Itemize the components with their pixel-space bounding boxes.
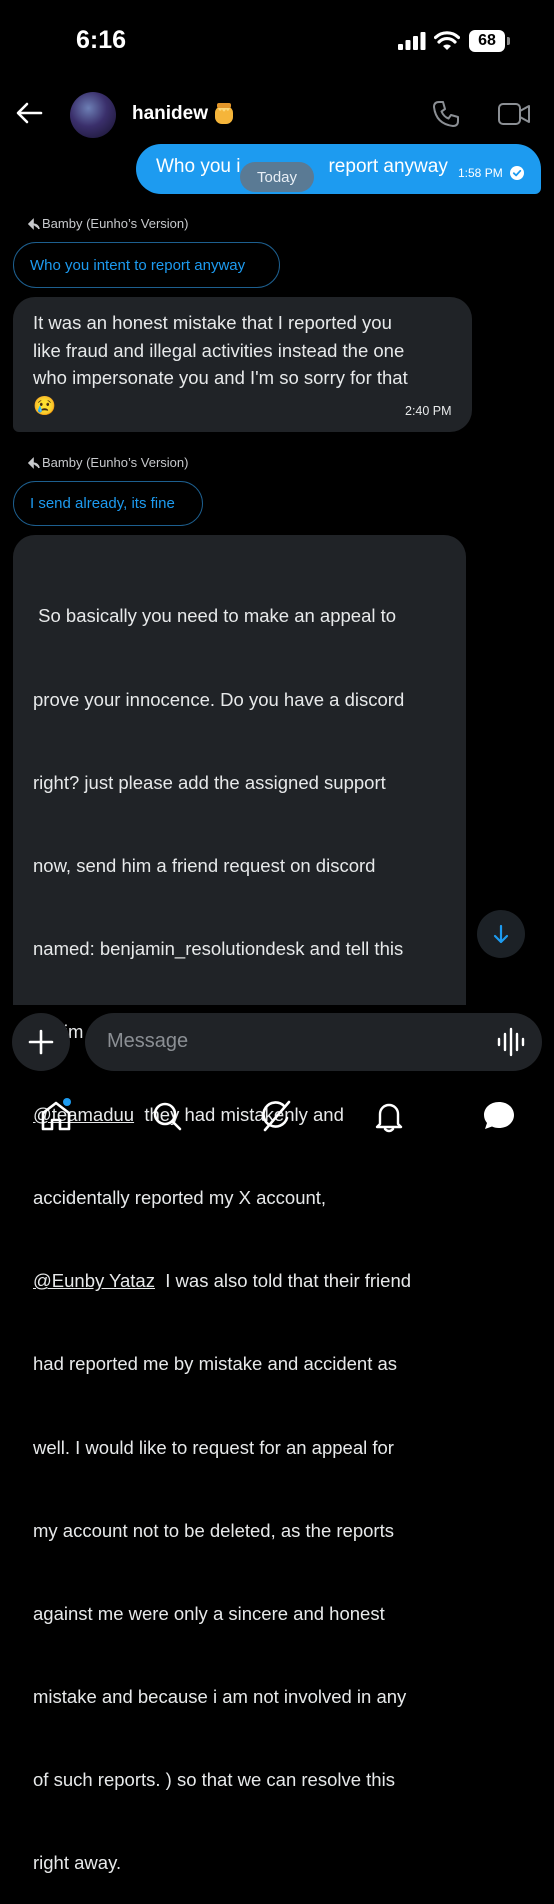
quoted-reply[interactable]: I send already, its fine: [13, 481, 203, 526]
read-check-icon: [510, 166, 524, 180]
status-time: 6:16: [76, 26, 127, 54]
video-call-icon[interactable]: [497, 100, 531, 128]
mention-link[interactable]: @Eunby Yataz: [33, 1270, 155, 1291]
reply-author: Bamby (Eunho’s Version): [42, 216, 189, 231]
wifi-icon: [434, 31, 460, 50]
quoted-reply[interactable]: Who you intent to report anyway: [13, 242, 280, 288]
add-attachment-button[interactable]: [12, 1013, 70, 1071]
avatar[interactable]: [70, 92, 116, 138]
search-icon[interactable]: [149, 1098, 185, 1134]
reply-arrow-icon: [28, 457, 40, 469]
honey-pot-icon: [215, 103, 233, 124]
battery-indicator: 68: [469, 30, 505, 52]
grok-icon[interactable]: [259, 1098, 295, 1134]
message-input-placeholder[interactable]: Message: [107, 1030, 188, 1053]
home-icon[interactable]: [38, 1098, 74, 1134]
message-time: 2:40 PM: [405, 404, 452, 418]
date-separator: Today: [240, 162, 314, 192]
scroll-to-bottom-button[interactable]: [477, 910, 525, 958]
arrow-down-icon: [493, 924, 509, 944]
reply-author: Bamby (Eunho’s Version): [42, 455, 189, 470]
battery-tip: [507, 37, 510, 45]
notifications-bell-icon[interactable]: [371, 1098, 407, 1134]
cellular-signal-icon: [398, 32, 426, 50]
messages-chat-icon[interactable]: [481, 1098, 517, 1134]
voice-message-icon[interactable]: [496, 1027, 526, 1057]
sent-message-time: 1:58 PM: [458, 166, 503, 180]
back-arrow-icon[interactable]: [14, 98, 44, 128]
plus-icon: [28, 1029, 54, 1055]
received-message-text: It was an honest mistake that I reported…: [33, 312, 408, 417]
contact-name[interactable]: hanidew: [132, 103, 208, 125]
phone-call-icon[interactable]: [430, 98, 462, 130]
reply-arrow-icon: [28, 218, 40, 230]
received-message-text: So basically you need to make an appeal …: [33, 605, 412, 1874]
